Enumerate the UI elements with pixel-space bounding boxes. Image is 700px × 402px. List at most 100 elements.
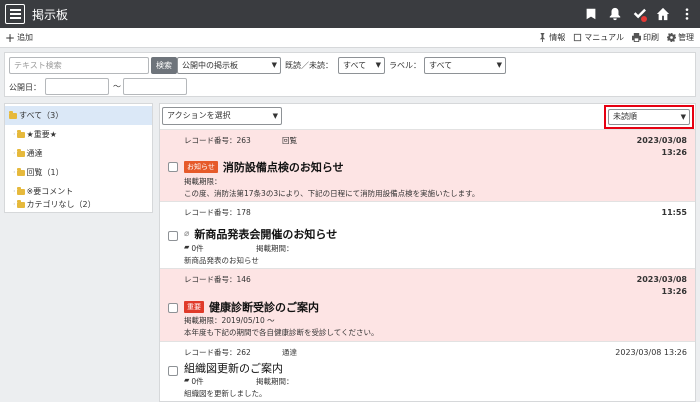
print-label: 印刷 xyxy=(643,33,659,42)
app-title: 掲示板 xyxy=(32,7,69,22)
search-button[interactable]: 検索 xyxy=(151,57,177,74)
record-checkbox[interactable] xyxy=(168,303,178,313)
chevron-down-icon: ▼ xyxy=(272,112,278,120)
gear-icon xyxy=(667,33,676,42)
category-label: 通達 xyxy=(26,149,43,158)
admin-link[interactable]: 管理 xyxy=(667,32,694,43)
info-label: 情報 xyxy=(549,33,566,42)
chevron-down-icon: ▼ xyxy=(680,113,686,121)
home-icon[interactable] xyxy=(654,4,672,24)
chevron-down-icon: ▼ xyxy=(375,61,381,69)
folder-icon xyxy=(16,186,25,195)
info-link[interactable]: 情報 xyxy=(538,32,565,43)
folder-icon xyxy=(16,148,25,157)
category-tree: すべて（3） · ★重要★ · 通達 · 回覧（1） · ※要コメント · カテ… xyxy=(4,103,153,213)
comment-count: 0件 xyxy=(191,244,204,253)
bell-icon[interactable] xyxy=(606,4,624,24)
record-date-time: 13:26 xyxy=(661,148,687,157)
record-date-time: 11:55 xyxy=(661,208,687,217)
date-separator: ～ xyxy=(113,82,121,91)
record-category: 通達 xyxy=(282,348,297,357)
bookmark-icon[interactable] xyxy=(582,4,600,24)
add-label: 追加 xyxy=(17,33,34,42)
record-date-time: 13:26 xyxy=(661,287,687,296)
label-select[interactable]: すべて ▼ xyxy=(424,57,506,74)
add-button[interactable]: + 追加 xyxy=(5,30,34,45)
folder-icon xyxy=(16,167,25,176)
toolbar: + 追加 情報 マニュアル 印刷 管理 xyxy=(0,28,700,48)
date-to-input[interactable] xyxy=(123,78,187,95)
record-title[interactable]: お知らせ 消防設備点検のお知らせ xyxy=(184,159,344,175)
record-number: レコード番号：146 xyxy=(184,275,251,284)
record-date-day: 2023/03/08 xyxy=(636,136,687,145)
record-checkbox[interactable] xyxy=(168,162,178,172)
record-checkbox[interactable] xyxy=(168,366,178,376)
printer-icon xyxy=(632,33,641,42)
record-title-text: 健康診断受診のご案内 xyxy=(209,301,319,314)
record-date-day: 2023/03/08 xyxy=(636,275,687,284)
record-title[interactable]: 組織図更新のご案内 xyxy=(184,360,283,376)
category-label: 回覧（1） xyxy=(26,168,64,177)
read-status-select[interactable]: すべて ▼ xyxy=(338,57,385,74)
record-category: 回覧 xyxy=(282,136,297,145)
date-from-input[interactable] xyxy=(45,78,109,95)
search-input[interactable]: テキスト検索 xyxy=(9,57,149,74)
record-date: 11:55 xyxy=(662,207,687,219)
notification-dot xyxy=(641,16,647,22)
record-period: 掲載期限：2019/05/10 ～ xyxy=(184,316,275,325)
category-notice[interactable]: · 通達 xyxy=(5,144,43,163)
record-period: 掲載期間： xyxy=(256,377,294,386)
record-title-text: 組織図更新のご案内 xyxy=(184,362,283,375)
book-icon xyxy=(574,33,582,42)
check-icon[interactable] xyxy=(630,4,648,24)
record-title[interactable]: ⌀ 新商品発表会開催のお知らせ xyxy=(184,226,337,242)
record-comments: ▰ 0件 xyxy=(184,243,204,254)
pin-icon xyxy=(540,33,546,42)
comment-icon: ▰ xyxy=(184,376,190,384)
board-select-value: 公開中の掲示板 xyxy=(182,61,238,70)
important-tag: 重要 xyxy=(184,301,204,313)
list-item[interactable]: レコード番号：262 通達 2023/03/08 13:26 組織図更新のご案内… xyxy=(160,341,695,401)
hamburger-menu-button[interactable] xyxy=(5,4,25,24)
category-none[interactable]: · カテゴリなし（2） xyxy=(5,195,96,214)
record-comments: ▰ 0件 xyxy=(184,376,204,387)
record-body: この度、消防法第17条3の3により、下記の日程にて消防用設備点検を実施いたします… xyxy=(184,189,480,198)
record-date: 2023/03/08 13:26 xyxy=(637,135,687,159)
record-title-text: 消防設備点検のお知らせ xyxy=(222,161,344,174)
print-link[interactable]: 印刷 xyxy=(632,32,659,43)
notice-tag: お知らせ xyxy=(184,161,218,173)
sort-select-value: 未読順 xyxy=(613,112,637,121)
record-number: レコード番号：263 xyxy=(184,136,251,145)
manual-link[interactable]: マニュアル xyxy=(573,32,624,43)
record-period: 掲載期間： xyxy=(256,244,294,253)
folder-icon xyxy=(16,129,25,138)
chevron-down-icon: ▼ xyxy=(496,61,502,69)
read-status-value: すべて xyxy=(343,61,367,70)
record-checkbox[interactable] xyxy=(168,231,178,241)
record-datetime: 2023/03/08 13:26 xyxy=(615,348,687,357)
more-vertical-icon[interactable] xyxy=(678,4,696,24)
publish-date-label: 公開日： xyxy=(9,83,41,92)
list-item[interactable]: レコード番号：263 回覧 2023/03/08 13:26 お知らせ 消防設備点… xyxy=(160,129,695,201)
folder-open-icon xyxy=(9,110,17,119)
record-body: 組織図を更新しました。 xyxy=(184,389,267,398)
list-item[interactable]: レコード番号：178 11:55 ⌀ 新商品発表会開催のお知らせ ▰ 0件 掲載期… xyxy=(160,201,695,268)
record-date: 2023/03/08 13:26 xyxy=(637,274,687,298)
category-all[interactable]: すべて（3） xyxy=(5,106,152,125)
category-label: カテゴリなし（2） xyxy=(26,200,96,209)
board-select[interactable]: 公開中の掲示板 ▼ xyxy=(177,57,281,74)
plus-icon: + xyxy=(5,30,16,45)
category-important[interactable]: · ★重要★ xyxy=(5,125,57,144)
bulletin-list: アクションを選択 ▼ 未読順 ▼ レコード番号：263 回覧 2023/03/08 1… xyxy=(159,103,696,402)
record-number: レコード番号：178 xyxy=(184,208,251,217)
category-circular[interactable]: · 回覧（1） xyxy=(5,163,64,182)
record-title-text: 新商品発表会開催のお知らせ xyxy=(194,228,338,241)
label-select-value: すべて xyxy=(429,61,453,70)
action-select-value: アクションを選択 xyxy=(167,111,231,120)
record-title[interactable]: 重要 健康診断受診のご案内 xyxy=(184,299,319,315)
list-item[interactable]: レコード番号：146 2023/03/08 13:26 重要 健康診断受診のご案内… xyxy=(160,268,695,341)
read-status-label: 既読／未読： xyxy=(285,61,333,70)
action-select[interactable]: アクションを選択 ▼ xyxy=(162,107,282,125)
sort-select[interactable]: 未読順 ▼ xyxy=(608,109,690,125)
manual-label: マニュアル xyxy=(584,33,624,42)
